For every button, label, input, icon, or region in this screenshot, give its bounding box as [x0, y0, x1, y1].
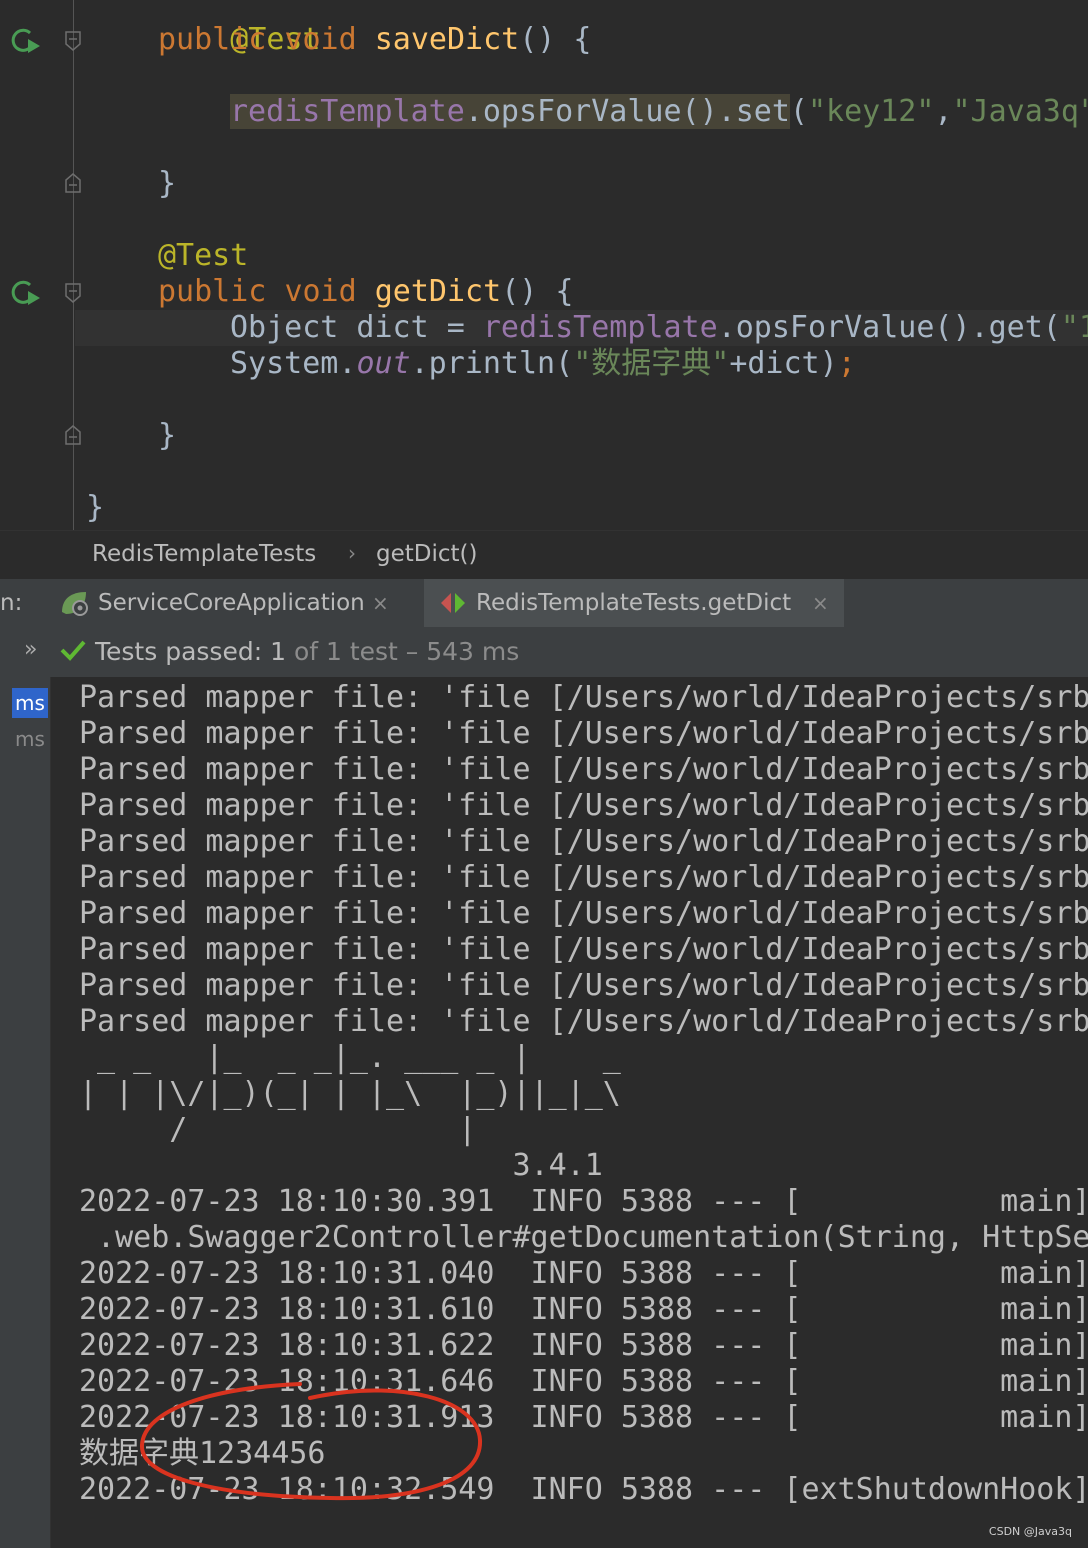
code-line: public void saveDict() { — [158, 22, 592, 58]
brace-token: } — [158, 166, 177, 201]
banner-line: _ _ |_ _ _|_. ___ _ | _ — [79, 1040, 621, 1075]
console-line: 2022-07-23 18:10:31.913 INFO 5388 --- [ … — [79, 1400, 1088, 1435]
console-line: Parsed mapper file: 'file [/Users/world/… — [79, 1004, 1088, 1039]
passed-count: 1 — [270, 637, 286, 666]
run-label: n: — [0, 590, 23, 616]
console-line: 2022-07-23 18:10:32.549 INFO 5388 --- [e… — [79, 1472, 1088, 1507]
run-tab-bar: n: ServiceCoreApplication × RedisTemplat… — [0, 578, 1088, 628]
test-tree-panel: ms ms — [0, 677, 51, 1548]
string-token: "1 — [1060, 310, 1088, 345]
console-line: 2022-07-23 18:10:31.040 INFO 5388 --- [ … — [79, 1256, 1088, 1291]
breadcrumb: RedisTemplateTests › getDict() — [0, 530, 1088, 579]
breadcrumb-class[interactable]: RedisTemplateTests — [92, 541, 316, 567]
junit-test-icon — [441, 593, 465, 613]
breadcrumb-method[interactable]: getDict() — [376, 541, 477, 567]
test-duration: – 543 ms — [405, 637, 520, 666]
method-name: saveDict — [374, 22, 520, 57]
watermark: CSDN @Java3q — [988, 1525, 1072, 1538]
code-line: } — [158, 418, 176, 454]
string-token: "Java3q" — [952, 94, 1088, 129]
field-token: redisTemplate — [482, 310, 718, 345]
gutter-divider — [73, 0, 74, 530]
string-token: "key12" — [807, 94, 935, 129]
console-line: .web.Swagger2Controller#getDocumentation… — [79, 1220, 1088, 1255]
keyword-token: public — [158, 22, 267, 57]
console-line: 2022-07-23 18:10:31.646 INFO 5388 --- [ … — [79, 1364, 1088, 1399]
keyword-token: public — [158, 274, 267, 309]
banner-line: | | |\/|_)(_| | |_\ |_)||_|_\ — [79, 1076, 621, 1111]
code-line: @Test — [158, 238, 248, 274]
run-test-icon[interactable] — [10, 27, 40, 55]
code-editor[interactable]: @Test public void saveDict() { redisTemp… — [0, 0, 1088, 530]
code-token: .opsForValue().get( — [717, 310, 1061, 345]
console-line: 2022-07-23 18:10:31.622 INFO 5388 --- [ … — [79, 1328, 1088, 1363]
code-line: } — [158, 166, 176, 202]
code-token: .opsForValue().set — [464, 94, 790, 129]
string-token: "数据字典" — [573, 346, 730, 381]
check-icon — [60, 640, 86, 661]
console-line: 2022-07-23 18:10:31.610 INFO 5388 --- [ … — [79, 1292, 1088, 1327]
keyword-token: void — [284, 274, 357, 309]
console-line: Parsed mapper file: 'file [/Users/world/… — [79, 680, 1088, 715]
console-line: Parsed mapper file: 'file [/Users/world/… — [79, 932, 1088, 967]
brace-token: } — [86, 490, 105, 525]
code-token: System. — [230, 346, 357, 381]
run-test-icon[interactable] — [10, 279, 40, 307]
code-line: } — [86, 490, 104, 526]
console-line: Parsed mapper file: 'file [/Users/world/… — [79, 896, 1088, 931]
console-output-result: 数据字典1234456 — [79, 1436, 326, 1471]
test-status-bar: » Tests passed: 1 of 1 test – 543 ms — [0, 627, 1088, 677]
code-token: ( — [789, 94, 808, 129]
fold-method-icon[interactable] — [64, 30, 82, 52]
console-line: Parsed mapper file: 'file [/Users/world/… — [79, 860, 1088, 895]
console-line: Parsed mapper file: 'file [/Users/world/… — [79, 788, 1088, 823]
console-line: Parsed mapper file: 'file [/Users/world/… — [79, 824, 1088, 859]
fold-method-icon[interactable] — [64, 282, 82, 304]
console-output[interactable]: Parsed mapper file: 'file [/Users/world/… — [51, 677, 1088, 1548]
code-line: System.out.println("数据字典"+dict); — [230, 346, 856, 382]
code-token: () { — [501, 274, 574, 309]
code-line: Object dict = redisTemplate.opsForValue(… — [230, 310, 1088, 346]
spring-boot-icon — [62, 592, 88, 616]
tab-label: RedisTemplateTests.getDict — [476, 590, 792, 616]
expand-icon[interactable]: » — [24, 637, 37, 662]
code-token: () { — [519, 22, 592, 57]
tab-redis-template-tests[interactable]: RedisTemplateTests.getDict × — [424, 579, 844, 627]
code-token: .println( — [410, 346, 574, 381]
breadcrumb-separator: › — [348, 541, 356, 565]
test-tree-item-selected[interactable]: ms — [12, 688, 48, 718]
keyword-token: void — [284, 22, 357, 57]
fold-end-icon[interactable] — [64, 424, 82, 446]
console-line: Parsed mapper file: 'file [/Users/world/… — [79, 968, 1088, 1003]
brace-token: } — [158, 418, 177, 453]
code-token: Object dict = — [230, 310, 483, 345]
field-token: out — [356, 346, 411, 381]
banner-version: 3.4.1 — [79, 1148, 603, 1183]
test-tree-item[interactable]: ms — [12, 724, 48, 754]
method-name: getDict — [374, 274, 502, 309]
code-token: , — [934, 94, 953, 129]
console-line: Parsed mapper file: 'file [/Users/world/… — [79, 716, 1088, 751]
close-icon[interactable]: × — [372, 591, 389, 615]
code-line: public void getDict() { — [158, 274, 573, 310]
tab-service-core-application[interactable]: ServiceCoreApplication × — [48, 579, 408, 627]
code-line: @Test — [158, 0, 320, 57]
status-label: Tests passed: — [95, 637, 263, 666]
code-token: +dict) — [729, 346, 838, 381]
annotation-token: @Test — [158, 238, 249, 273]
banner-line: / | — [79, 1112, 477, 1147]
console-line: Parsed mapper file: 'file [/Users/world/… — [79, 752, 1088, 787]
test-status-text: Tests passed: 1 of 1 test – 543 ms — [95, 637, 519, 666]
tab-label: ServiceCoreApplication — [98, 590, 365, 616]
semicolon-token: ; — [837, 346, 856, 381]
console-line: 2022-07-23 18:10:30.391 INFO 5388 --- [ … — [79, 1184, 1088, 1219]
field-token: redisTemplate — [230, 94, 465, 129]
code-line: redisTemplate.opsForValue().set("key12",… — [230, 94, 1088, 130]
fold-end-icon[interactable] — [64, 172, 82, 194]
total-tests: of 1 test — [293, 637, 398, 666]
close-icon[interactable]: × — [812, 591, 829, 615]
